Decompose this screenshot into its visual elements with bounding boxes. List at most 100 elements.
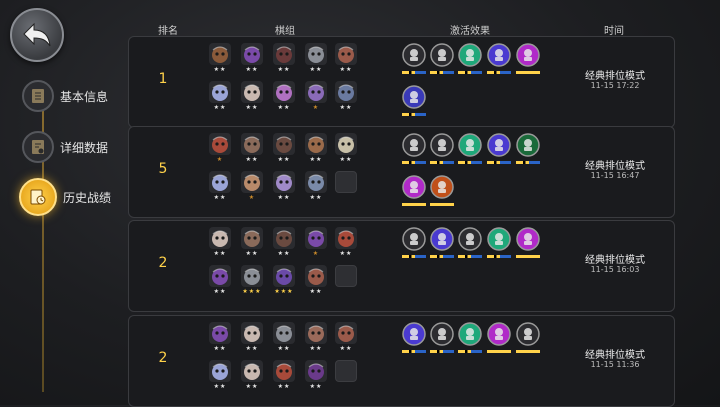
game-mode: 经典排位模式 — [585, 71, 645, 82]
hero-star-rating: ★★ — [339, 250, 353, 257]
helmet-icon[interactable] — [516, 322, 540, 346]
match-card[interactable]: 1 ★★ ★★ ★★ ★★ ★★ ★★ ★★ ★★ ★ ★★ 经典排位模式 11-15 17:22 — [128, 36, 675, 128]
nav-match-history[interactable]: 历史战绩 — [19, 178, 111, 216]
hero-portrait[interactable] — [273, 171, 295, 193]
axe-icon[interactable] — [430, 322, 454, 346]
hero-portrait[interactable] — [241, 171, 263, 193]
hero-portrait[interactable] — [273, 360, 295, 382]
hero-star-rating: ★★ — [213, 288, 227, 295]
rune-icon[interactable] — [516, 133, 540, 157]
hero-portrait[interactable] — [209, 322, 231, 344]
axe-icon[interactable] — [402, 43, 426, 67]
hero-portrait[interactable] — [241, 322, 263, 344]
demon-icon[interactable] — [516, 227, 540, 251]
nav-basic-info[interactable]: 基本信息 — [22, 80, 108, 112]
hero-portrait[interactable] — [305, 227, 327, 249]
hero-star-rating: ★★ — [245, 66, 259, 73]
hero-portrait[interactable] — [209, 43, 231, 65]
match-rank: 1 — [158, 71, 168, 87]
hero-star-rating: ★★ — [245, 250, 259, 257]
match-rank: 2 — [158, 350, 168, 366]
hero-star-rating: ★★ — [277, 66, 291, 73]
header-time: 时间 — [604, 26, 624, 37]
synergy-level-bar — [516, 71, 540, 74]
hero-star-rating: ★★ — [213, 66, 227, 73]
match-card[interactable]: 5 ★ ★★ ★★ ★★ ★★ ★★ ★ ★★ ★★ 经典排位模式 11-15 16:47 — [128, 126, 675, 218]
axe-icon[interactable] — [402, 227, 426, 251]
synergy-level-bar — [430, 161, 454, 164]
hero-portrait[interactable] — [273, 81, 295, 103]
demon-icon[interactable] — [487, 322, 511, 346]
hero-portrait[interactable] — [209, 171, 231, 193]
hero-portrait[interactable] — [209, 227, 231, 249]
axe-icon[interactable] — [430, 133, 454, 157]
hero-portrait[interactable] — [305, 322, 327, 344]
hero-portrait[interactable] — [273, 265, 295, 287]
hero-portrait[interactable] — [209, 360, 231, 382]
hero-portrait[interactable] — [241, 43, 263, 65]
hero-portrait[interactable] — [273, 133, 295, 155]
hero-portrait[interactable] — [305, 43, 327, 65]
hero-star-rating: ★ — [216, 156, 224, 163]
hero-portrait[interactable] — [305, 81, 327, 103]
paw-icon[interactable] — [487, 227, 511, 251]
synergy-level-bar — [402, 71, 426, 74]
synergy-level-bar — [487, 255, 511, 258]
wizard-icon[interactable] — [487, 133, 511, 157]
hero-portrait[interactable] — [273, 227, 295, 249]
hero-portrait[interactable] — [335, 322, 357, 344]
paw-icon[interactable] — [458, 43, 482, 67]
helmet-icon[interactable] — [430, 43, 454, 67]
hero-portrait[interactable] — [241, 133, 263, 155]
synergy-level-bar — [458, 71, 482, 74]
hero-portrait[interactable] — [335, 81, 357, 103]
hero-portrait[interactable] — [241, 81, 263, 103]
hero-portrait[interactable] — [335, 133, 357, 155]
demon-icon[interactable] — [402, 85, 426, 109]
hero-portrait[interactable] — [305, 133, 327, 155]
helmet-icon[interactable] — [458, 227, 482, 251]
hero-portrait[interactable] — [335, 43, 357, 65]
hero-portrait[interactable] — [209, 133, 231, 155]
game-mode: 经典排位模式 — [585, 350, 645, 361]
wizard-icon[interactable] — [430, 227, 454, 251]
synergy-level-bar — [516, 161, 540, 164]
hero-portrait[interactable] — [305, 360, 327, 382]
hero-portrait[interactable] — [209, 265, 231, 287]
paw-icon[interactable] — [458, 133, 482, 157]
hero-portrait[interactable] — [241, 227, 263, 249]
hero-portrait[interactable] — [241, 360, 263, 382]
hero-star-rating: ★★ — [309, 288, 323, 295]
hero-portrait[interactable] — [273, 322, 295, 344]
hero-star-rating: ★★ — [309, 194, 323, 201]
hero-star-rating: ★★ — [245, 104, 259, 111]
match-card[interactable]: 2 ★★ ★★ ★★ ★★ ★★ ★★ ★★ ★★ ★★ 经典排位模式 11-15 11:36 — [128, 315, 675, 407]
hero-star-rating: ★ — [312, 250, 320, 257]
helmet-icon[interactable] — [402, 133, 426, 157]
empty-hero-slot — [335, 265, 357, 287]
hero-portrait[interactable] — [273, 43, 295, 65]
hero-portrait[interactable] — [305, 265, 327, 287]
synergy-level-bar — [487, 350, 511, 353]
nav-detail-data[interactable]: 详细数据 — [22, 131, 108, 163]
hero-portrait[interactable] — [335, 227, 357, 249]
ogre-icon[interactable] — [430, 175, 454, 199]
match-time: 11-15 17:22 — [590, 81, 640, 90]
wizard-icon[interactable] — [487, 43, 511, 67]
history-icon — [19, 178, 57, 216]
demon-icon[interactable] — [402, 175, 426, 199]
hero-star-rating: ★★ — [339, 345, 353, 352]
demon-icon[interactable] — [516, 43, 540, 67]
match-rank: 2 — [158, 255, 168, 271]
paw-icon[interactable] — [458, 322, 482, 346]
synergy-level-bar — [402, 255, 426, 258]
hero-portrait[interactable] — [241, 265, 263, 287]
wizard-icon[interactable] — [402, 322, 426, 346]
back-button[interactable] — [10, 8, 64, 62]
hero-star-rating: ★★ — [213, 383, 227, 390]
match-card[interactable]: 2 ★★ ★★ ★★ ★ ★★ ★★ ★★★ ★★★ ★★ 经典排位模式 11-15 16:03 — [128, 220, 675, 312]
synergy-level-bar — [487, 161, 511, 164]
hero-portrait[interactable] — [209, 81, 231, 103]
hero-star-rating: ★★ — [213, 250, 227, 257]
hero-portrait[interactable] — [305, 171, 327, 193]
